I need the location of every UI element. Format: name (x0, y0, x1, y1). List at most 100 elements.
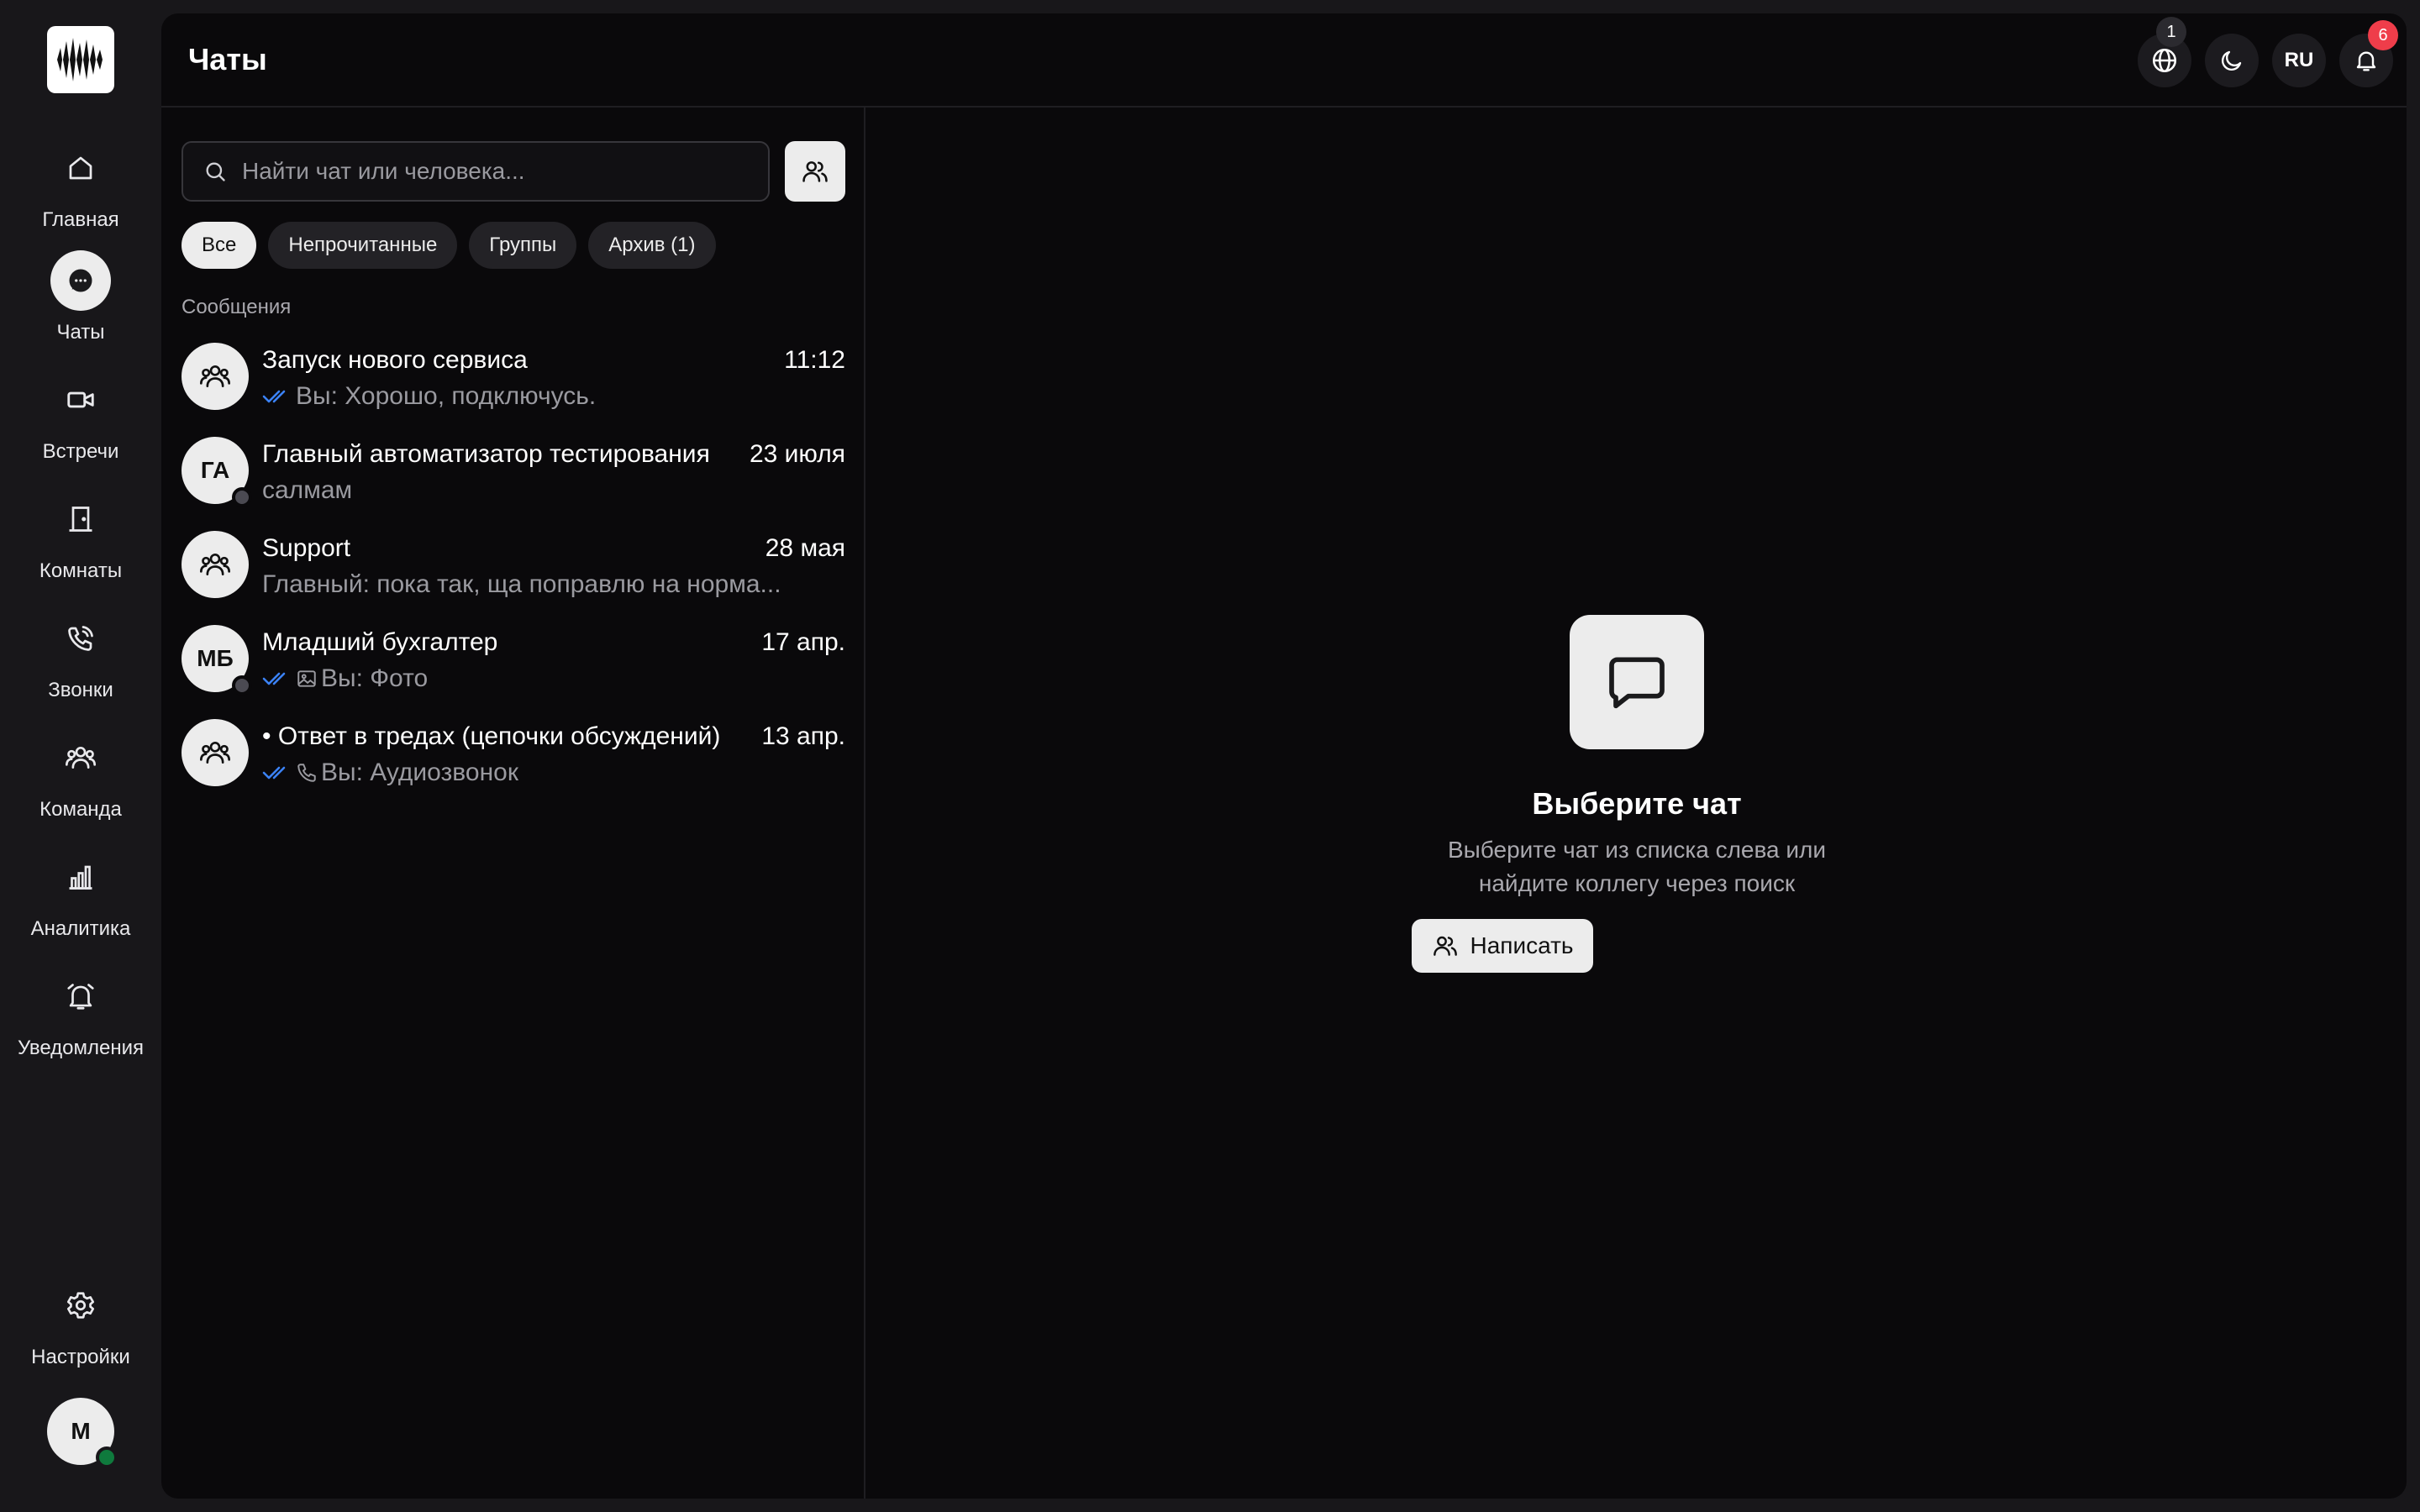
phone-icon (297, 764, 316, 782)
top-header: Чаты 1 RU 6 (161, 13, 2407, 108)
user-initials-avatar: ГА (182, 437, 252, 507)
phone-incoming-icon (50, 608, 111, 669)
double-check-icon (262, 672, 286, 685)
new-group-button[interactable] (785, 141, 845, 202)
filter-all[interactable]: Все (182, 222, 257, 269)
app-logo[interactable] (47, 26, 114, 93)
online-status-dot (96, 1446, 118, 1468)
globe-button[interactable]: 1 (2138, 17, 2191, 87)
chat-preview-text: Главный: пока так, ща поправлю на норма.… (262, 570, 781, 598)
search-box[interactable] (182, 141, 770, 202)
home-icon (50, 138, 111, 198)
chat-preview-text: Вы: Аудиозвонок (321, 759, 518, 786)
team-icon (50, 727, 111, 788)
chat-row[interactable]: МБ Младший бухгалтер 17 апр. Вы: Фото (182, 625, 845, 709)
search-icon (206, 162, 225, 181)
write-message-button[interactable]: Написать (1412, 919, 1593, 973)
nav-item-analytics[interactable]: Аналитика (0, 847, 161, 948)
user-initials-avatar: МБ (182, 625, 252, 696)
offline-status-dot (232, 675, 252, 696)
avatar-initials: ГА (200, 457, 230, 483)
chat-name: • Ответ в тредах (цепочки обсуждений) (262, 722, 721, 750)
nav-item-home[interactable]: Главная (0, 138, 161, 239)
chat-time: 23 июля (749, 440, 845, 468)
nav-item-notifications[interactable]: Уведомления (0, 966, 161, 1067)
bar-chart-icon (50, 847, 111, 907)
nav-item-meetings[interactable]: Встречи (0, 370, 161, 470)
chat-preview-text: Вы: Фото (321, 664, 429, 692)
nav-label-rooms: Комнаты (39, 559, 123, 582)
chat-preview: Вы: Аудиозвонок (262, 756, 792, 790)
filter-archive[interactable]: Архив (1) (588, 222, 716, 269)
language-label: RU (2284, 49, 2314, 71)
section-label-messages: Сообщения (182, 296, 292, 318)
user-avatar-initial: M (71, 1418, 91, 1444)
waveform-logo-icon (57, 38, 103, 81)
chat-bubble-icon (50, 250, 111, 311)
nav-label-meetings: Встречи (42, 440, 119, 463)
nav-label-home: Главная (42, 208, 119, 231)
video-camera-icon (50, 370, 111, 430)
users-icon (802, 161, 828, 182)
nav-label-calls: Звонки (48, 679, 113, 701)
users-icon (1433, 936, 1457, 956)
nav-label-settings: Настройки (31, 1346, 130, 1368)
double-check-icon (262, 390, 286, 403)
globe-icon (2152, 48, 2177, 73)
chat-row[interactable]: Support 28 мая Главный: пока так, ща поп… (182, 531, 845, 615)
nav-item-chats[interactable]: Чаты (0, 250, 161, 351)
nav-label-analytics: Аналитика (30, 917, 131, 940)
filter-groups[interactable]: Группы (469, 222, 577, 269)
nav-rail: Главная Чаты Встречи Комнаты Звонки Кома… (0, 0, 161, 1512)
gear-icon (50, 1275, 111, 1336)
chat-row[interactable]: ГА Главный автоматизатор тестирования 23… (182, 437, 845, 521)
chat-name: Запуск нового сервиса (262, 346, 528, 374)
main-panel: Чаты 1 RU 6 Все Непрочитанные Группы (161, 13, 2407, 1499)
chat-preview-text: Вы: Хорошо, подключусь. (296, 382, 597, 410)
chat-preview: Вы: Хорошо, подключусь. (262, 380, 792, 413)
message-square-icon (1570, 615, 1704, 749)
chat-name: Младший бухгалтер (262, 628, 498, 656)
chat-time: 28 мая (765, 534, 845, 562)
team-icon (200, 365, 230, 387)
alarm-bell-icon (50, 966, 111, 1026)
chat-time: 17 апр. (761, 628, 845, 656)
empty-chat-state: Выберите чат Выберите чат из списка слев… (867, 108, 2407, 1499)
chat-preview: салмам (262, 474, 792, 507)
chat-name: Support (262, 534, 351, 562)
nav-item-team[interactable]: Команда (0, 727, 161, 828)
globe-badge: 1 (2156, 17, 2186, 47)
moon-icon (2221, 50, 2242, 71)
language-button[interactable]: RU (2272, 34, 2326, 87)
chat-row[interactable]: Запуск нового сервиса 11:12 Вы: Хорошо, … (182, 343, 845, 427)
nav-label-team: Команда (39, 798, 122, 821)
nav-item-calls[interactable]: Звонки (0, 608, 161, 709)
write-message-label: Написать (1470, 932, 1574, 958)
team-icon (200, 742, 230, 764)
nav-item-settings[interactable]: Настройки (0, 1275, 161, 1376)
image-icon (297, 670, 316, 687)
chat-time: 13 апр. (761, 722, 845, 750)
nav-label-notifications: Уведомления (17, 1037, 145, 1059)
theme-toggle-button[interactable] (2205, 34, 2259, 87)
group-avatar (182, 343, 249, 410)
notifications-badge: 6 (2368, 20, 2398, 50)
bell-icon (2356, 51, 2376, 71)
search-input[interactable] (242, 146, 746, 197)
avatar-initials: МБ (197, 645, 234, 671)
empty-state-subtitle: Выберите чат из списка слева или найдите… (1447, 837, 1827, 896)
user-avatar[interactable]: M (47, 1398, 118, 1468)
page-title: Чаты (188, 42, 267, 76)
offline-status-dot (232, 487, 252, 507)
chat-row[interactable]: • Ответ в тредах (цепочки обсуждений) 13… (182, 719, 845, 803)
chat-list-panel: Все Непрочитанные Группы Архив (1) Сообщ… (161, 108, 865, 1499)
double-check-icon (262, 766, 286, 780)
nav-label-chats: Чаты (56, 321, 105, 344)
notifications-button[interactable]: 6 (2339, 20, 2398, 87)
group-avatar (182, 531, 249, 598)
filter-unread[interactable]: Непрочитанные (268, 222, 458, 269)
nav-item-rooms[interactable]: Комнаты (0, 489, 161, 590)
chat-time: 11:12 (784, 346, 845, 374)
group-avatar (182, 719, 249, 786)
door-icon (50, 489, 111, 549)
